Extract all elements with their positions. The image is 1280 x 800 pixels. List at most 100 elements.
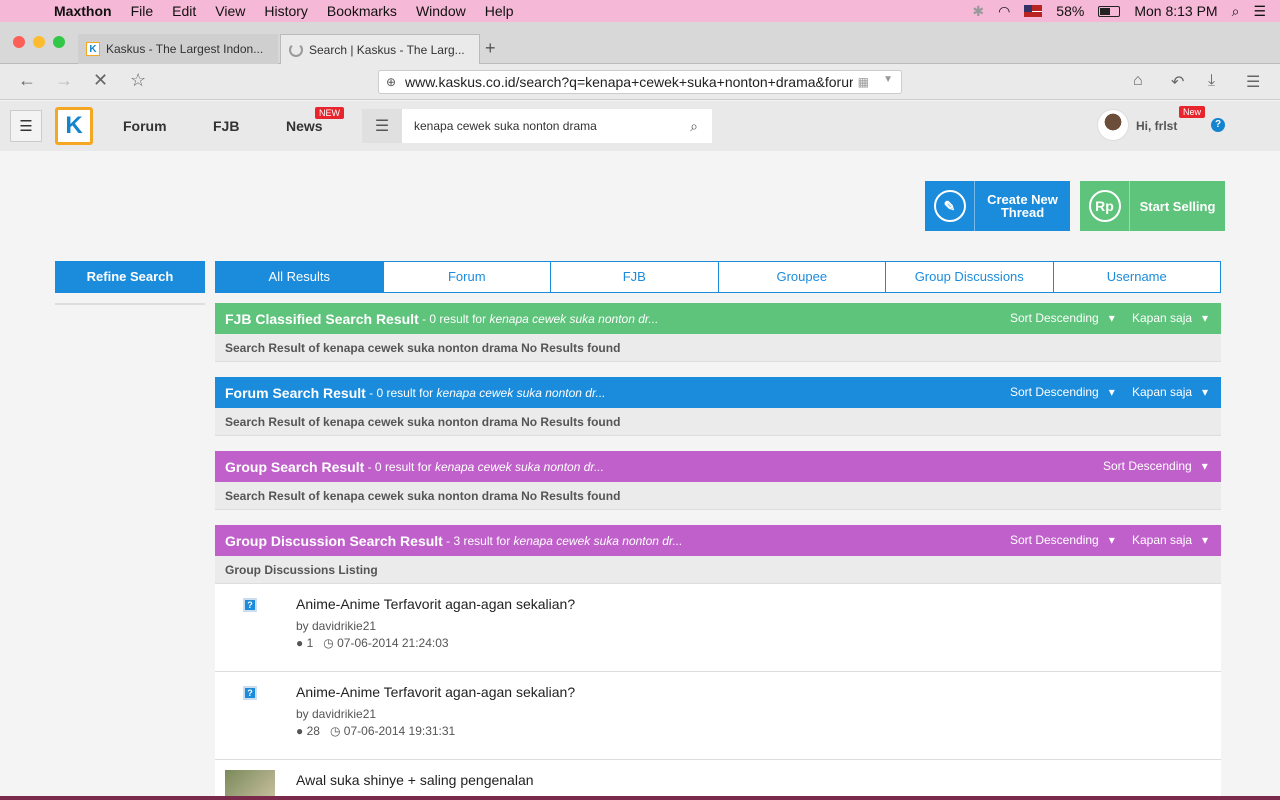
- thread-author[interactable]: by davidrikie21: [296, 619, 376, 633]
- sort-dropdown[interactable]: Sort Descending ▾: [1103, 459, 1208, 473]
- qr-code-icon[interactable]: ▦: [858, 75, 869, 89]
- maximize-window-button[interactable]: [53, 36, 65, 48]
- thread-meta: ● 28 ◷ 07-06-2014 19:31:31: [296, 724, 455, 738]
- tab-kaskus-search[interactable]: Search | Kaskus - The Larg...: [280, 34, 480, 64]
- thread-icon: ?: [243, 598, 257, 612]
- bookmark-star-icon[interactable]: ☆: [130, 70, 146, 91]
- section-title: Forum Search Result: [225, 384, 366, 401]
- nav-fjb[interactable]: FJB: [213, 118, 239, 134]
- kaskus-logo[interactable]: K: [55, 107, 93, 145]
- list-item: ? Anime-Anime Terfavorit agan-agan sekal…: [215, 672, 1221, 760]
- new-tab-button[interactable]: +: [485, 38, 496, 59]
- menu-app-name[interactable]: Maxthon: [54, 3, 112, 19]
- menu-file[interactable]: File: [131, 3, 154, 19]
- sort-dropdown[interactable]: Sort Descending ▾: [1010, 311, 1115, 325]
- search-category-menu-icon[interactable]: ☰: [362, 109, 402, 143]
- result-query: kenapa cewek suka nonton dr...: [434, 459, 604, 474]
- tab-fjb[interactable]: FJB: [551, 262, 719, 292]
- thread-title[interactable]: Anime-Anime Terfavorit agan-agan sekalia…: [296, 684, 575, 700]
- fjb-result-section: FJB Classified Search Result - 0 result …: [215, 303, 1221, 362]
- battery-percent[interactable]: 58%: [1056, 3, 1084, 19]
- thread-icon: ?: [243, 686, 257, 700]
- sell-label: Start Selling: [1139, 198, 1216, 214]
- wifi-icon[interactable]: ◠: [998, 3, 1010, 20]
- dock-edge: [0, 796, 1280, 800]
- time-dropdown[interactable]: Kapan saja ▾: [1132, 533, 1208, 547]
- address-bar[interactable]: ⊕ www.kaskus.co.id/search?q=kenapa+cewek…: [378, 70, 902, 94]
- group-result-section: Group Search Result - 0 result for kenap…: [215, 451, 1221, 510]
- thread-date: 07-06-2014 19:31:31: [343, 724, 456, 738]
- time-dropdown[interactable]: Kapan saja ▾: [1132, 311, 1208, 325]
- start-selling-button[interactable]: Rp Start Selling: [1080, 181, 1225, 231]
- globe-icon: ⊕: [386, 75, 397, 89]
- reply-count: 1: [306, 636, 314, 650]
- bluetooth-icon[interactable]: ✱: [972, 3, 984, 20]
- fjb-result-header: FJB Classified Search Result - 0 result …: [215, 303, 1221, 334]
- home-icon[interactable]: ⌂: [1133, 72, 1143, 90]
- clock-icon: ◷: [329, 724, 341, 738]
- pencil-icon: ✎: [925, 181, 975, 231]
- sort-dropdown[interactable]: Sort Descending ▾: [1010, 385, 1115, 399]
- no-results-text: Search Result of kenapa cewek suka nonto…: [215, 482, 1221, 510]
- menu-icon[interactable]: ☰: [1246, 72, 1260, 92]
- close-window-button[interactable]: [13, 36, 25, 48]
- thread-author[interactable]: by davidrikie21: [296, 707, 376, 721]
- search-bar: ☰ ⌕: [362, 109, 712, 143]
- browser-toolbar: ← → ✕ ☆ ⊕ www.kaskus.co.id/search?q=kena…: [0, 64, 1280, 100]
- thread-title[interactable]: Awal suka shinye + saling pengenalan: [296, 772, 534, 788]
- menu-edit[interactable]: Edit: [172, 3, 196, 19]
- download-icon[interactable]: ⤓: [1208, 72, 1215, 90]
- time-dropdown[interactable]: Kapan saja ▾: [1132, 385, 1208, 399]
- section-title: FJB Classified Search Result: [225, 310, 419, 327]
- search-icon[interactable]: ⌕: [690, 118, 698, 135]
- menu-bookmarks[interactable]: Bookmarks: [327, 3, 397, 19]
- user-greeting[interactable]: Hi, frlst: [1136, 119, 1177, 133]
- list-item: Awal suka shinye + saling pengenalan: [215, 760, 1221, 800]
- help-icon[interactable]: ?: [1211, 118, 1225, 132]
- listing-label: Group Discussions Listing: [215, 556, 1221, 584]
- refine-search-button[interactable]: Refine Search: [55, 261, 205, 293]
- tab-title: Kaskus - The Largest Indon...: [106, 42, 264, 56]
- tab-all-results[interactable]: All Results: [216, 262, 384, 292]
- avatar[interactable]: [1097, 109, 1129, 141]
- undo-close-icon[interactable]: ↶: [1171, 72, 1184, 92]
- nav-news[interactable]: News: [286, 118, 323, 134]
- tab-group-discussions[interactable]: Group Discussions: [886, 262, 1054, 292]
- result-query: kenapa cewek suka nonton dr...: [513, 533, 683, 548]
- no-results-text: Search Result of kenapa cewek suka nonto…: [215, 408, 1221, 436]
- menu-help[interactable]: Help: [485, 3, 514, 19]
- clock-icon: ◷: [323, 636, 334, 650]
- minimize-window-button[interactable]: [33, 36, 45, 48]
- result-count: - 0 result for: [418, 311, 490, 326]
- thread-title[interactable]: Anime-Anime Terfavorit agan-agan sekalia…: [296, 596, 575, 612]
- chevron-down-icon[interactable]: ▼: [883, 74, 893, 85]
- flag-icon[interactable]: [1024, 5, 1043, 17]
- url-text[interactable]: www.kaskus.co.id/search?q=kenapa+cewek+s…: [405, 74, 853, 90]
- clock[interactable]: Mon 8:13 PM: [1134, 3, 1217, 19]
- window-controls: [13, 36, 65, 48]
- comment-icon: ●: [296, 636, 304, 650]
- battery-icon[interactable]: [1098, 5, 1121, 17]
- menu-window[interactable]: Window: [416, 3, 466, 19]
- tab-kaskus-home[interactable]: K Kaskus - The Largest Indon...: [78, 34, 278, 64]
- browser-tabbar: K Kaskus - The Largest Indon... Search |…: [0, 22, 1280, 64]
- site-header: ☰ K Forum FJB News NEW ☰ ⌕ Hi, frlst New…: [0, 101, 1280, 151]
- nav-forum[interactable]: Forum: [123, 118, 167, 134]
- tab-forum[interactable]: Forum: [384, 262, 551, 292]
- tab-title: Search | Kaskus - The Larg...: [309, 42, 465, 57]
- tab-username[interactable]: Username: [1054, 262, 1221, 292]
- stop-icon[interactable]: ✕: [93, 70, 108, 91]
- hamburger-menu-icon[interactable]: ☰: [10, 110, 42, 142]
- sort-dropdown[interactable]: Sort Descending ▾: [1010, 533, 1115, 547]
- notification-center-icon[interactable]: ☰: [1253, 3, 1266, 20]
- menu-history[interactable]: History: [264, 3, 308, 19]
- tab-groupee[interactable]: Groupee: [719, 262, 886, 292]
- group-result-header: Group Search Result - 0 result for kenap…: [215, 451, 1221, 482]
- menu-view[interactable]: View: [215, 3, 245, 19]
- spotlight-icon[interactable]: ⌕: [1232, 3, 1240, 20]
- create-thread-button[interactable]: ✎ Create New Thread: [925, 181, 1070, 231]
- back-icon[interactable]: ←: [18, 70, 36, 91]
- search-input[interactable]: [402, 109, 712, 143]
- forward-icon[interactable]: →: [55, 70, 73, 91]
- user-new-badge: New: [1179, 106, 1206, 118]
